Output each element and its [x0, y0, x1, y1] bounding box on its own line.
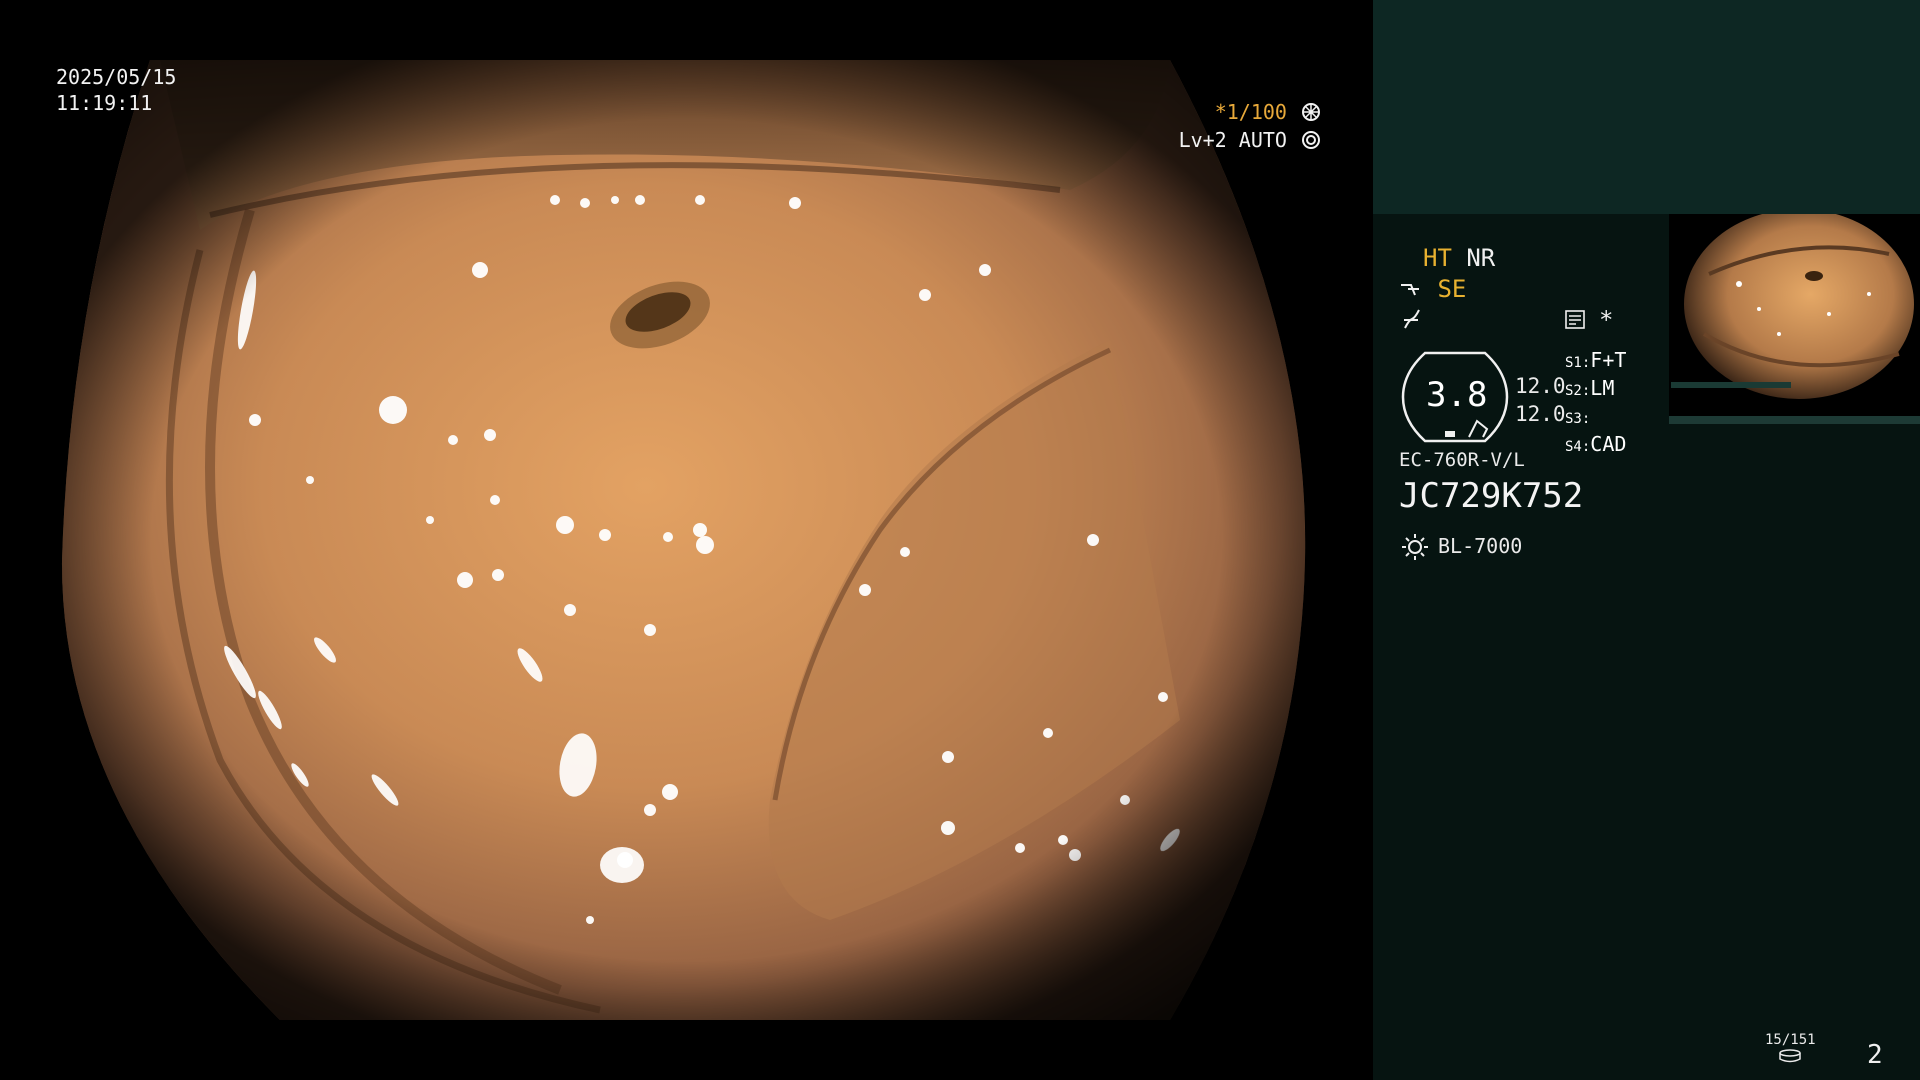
timestamp: 2025/05/15 11:19:11 — [56, 64, 176, 116]
switch-s2: S2:LM — [1565, 376, 1615, 400]
page-number: 2 — [1867, 1040, 1883, 1070]
color-mode-icon — [1404, 309, 1420, 329]
switch-assignments: S1:F+T S2:LM S3: S4:CAD — [1565, 348, 1626, 460]
dial-value: 3.8 — [1426, 375, 1488, 415]
switch-s4: S4:CAD — [1565, 432, 1627, 456]
switch-s3: S3: — [1565, 411, 1591, 427]
dial-side-values: 12.0 12.0 — [1515, 372, 1566, 428]
time-text: 11:19:11 — [56, 91, 153, 115]
se-label: SE — [1437, 275, 1467, 303]
brightness-level: Lv+2 — [1178, 128, 1227, 152]
image-counter: 15/151 — [1765, 1032, 1816, 1068]
light-source-model: BL-7000 — [1438, 534, 1523, 558]
nr-label: NR — [1466, 244, 1496, 272]
image-counter-text: 15/151 — [1765, 1032, 1816, 1048]
scope-serial: JC729K752 — [1399, 476, 1584, 516]
switch-s1: S1:F+T — [1565, 348, 1627, 372]
colon-lumen-image — [61, 60, 1306, 1020]
scope-model: EC-760R-V/L — [1399, 449, 1525, 471]
storage-icon — [1779, 1049, 1801, 1063]
exposure-mode: AUTO — [1238, 128, 1287, 152]
light-source-icon — [1402, 534, 1428, 560]
exposure-readout: *1/100 Lv+2 AUTO — [1179, 98, 1321, 154]
date-text: 2025/05/15 — [56, 65, 177, 89]
dial-value-bottom: 12.0 — [1515, 402, 1566, 426]
thumbnail-image — [1669, 214, 1920, 416]
mode-row-se: SE — [1399, 274, 1466, 304]
thumbnail-bar — [1669, 416, 1920, 424]
info-panel: HT NR SE * 3.8 12.0 12.0 S1:F+T S2:LM S3… — [1373, 0, 1920, 1080]
iris-icon — [1302, 131, 1320, 149]
dial-value-top: 12.0 — [1515, 374, 1566, 398]
memory-star: * — [1599, 306, 1614, 334]
ht-label: HT — [1423, 244, 1452, 272]
memory-icon — [1565, 310, 1585, 329]
captured-thumbnail[interactable] — [1669, 214, 1920, 416]
endoscope-view: 2025/05/15 11:19:11 *1/100 Lv+2 AUTO — [0, 0, 1373, 1080]
shutter-speed: *1/100 — [1214, 100, 1287, 124]
panel-header-area — [1373, 0, 1920, 214]
aperture-icon — [1302, 103, 1320, 121]
mode-row-ht-nr: HT NR — [1423, 243, 1495, 273]
structure-enhance-icon — [1401, 284, 1419, 296]
